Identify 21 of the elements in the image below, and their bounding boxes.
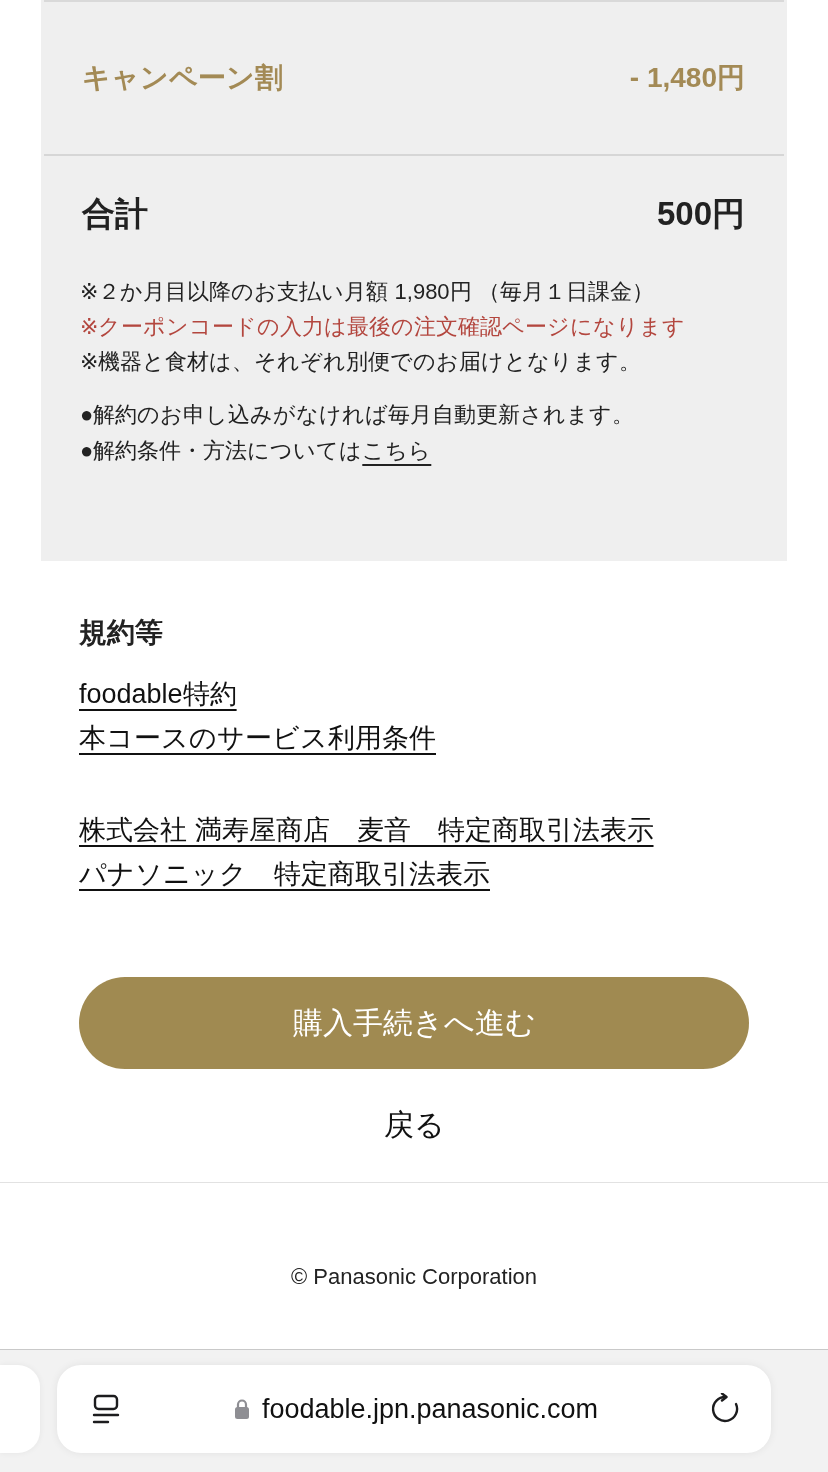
total-label: 合計 — [82, 196, 148, 232]
bullet-note: ●解約のお申し込みがなければ毎月自動更新されます。 — [80, 401, 636, 429]
details-link[interactable]: こちら — [362, 438, 432, 463]
address-bar[interactable]: foodable.jpn.panasonic.com — [57, 1365, 771, 1453]
terms-link[interactable]: 株式会社 満寿屋商店 麦音 特定商取引法表示 — [79, 808, 654, 852]
back-link[interactable]: 戻る — [379, 1103, 449, 1147]
terms-link[interactable]: 本コースのサービス利用条件 — [79, 716, 436, 760]
discount-label: キャンペーン割 — [82, 61, 283, 95]
url-text: foodable.jpn.panasonic.com — [261, 1393, 599, 1425]
bullet-note: ●解約条件・方法については こちら — [80, 437, 433, 465]
terms-link[interactable]: パナソニック 特定商取引法表示 — [79, 852, 490, 896]
note-text: ※機器と食材は、それぞれ別便でのお届けとなります。 — [80, 348, 643, 376]
terms-link[interactable]: foodable特約 — [79, 672, 237, 716]
note-text: ※２か月目以降のお支払い月額 1,980円 （毎月１日課金） — [80, 278, 655, 306]
terms-heading: 規約等 — [79, 616, 163, 650]
copyright-text: © Panasonic Corporation — [290, 1263, 538, 1291]
lock-icon — [233, 1398, 250, 1420]
total-amount: 500円 — [656, 196, 745, 232]
page-menu-icon[interactable] — [90, 1393, 122, 1425]
alert-note: ※クーポンコードの入力は最後の注文確認ページになります — [80, 313, 687, 341]
discount-amount: - 1,480円 — [629, 61, 745, 95]
